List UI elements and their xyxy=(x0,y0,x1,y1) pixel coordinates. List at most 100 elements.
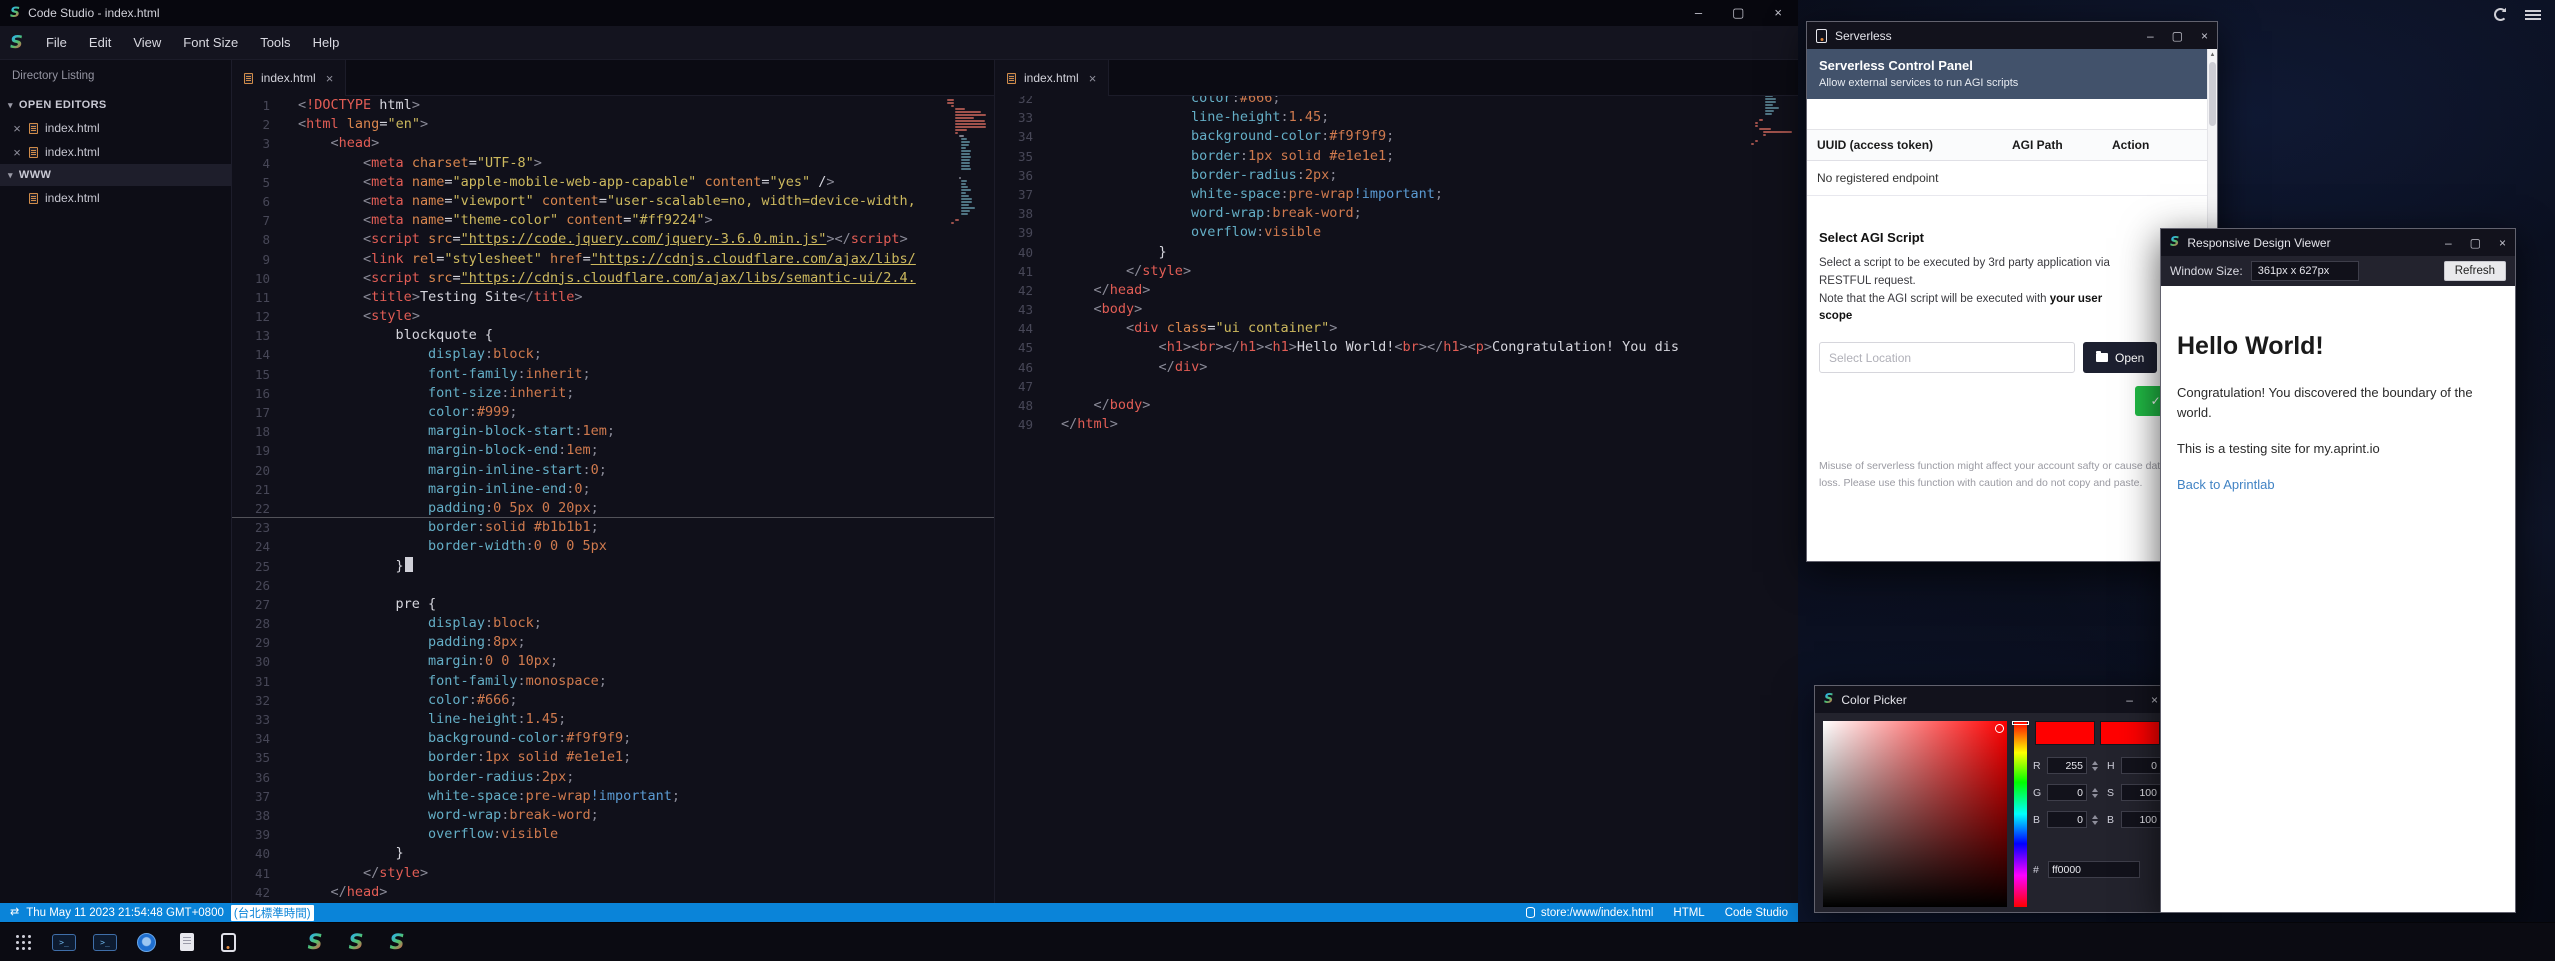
code-line[interactable]: 32 color:#666; xyxy=(232,691,994,710)
minimize-button[interactable]: – xyxy=(2445,236,2452,250)
open-button[interactable]: Open xyxy=(2083,342,2157,373)
code-line[interactable]: 7 <meta name="theme-color" content="#ff9… xyxy=(232,211,994,230)
code-line[interactable]: 45 <h1><br></h1><h1>Hello World!<br></h1… xyxy=(995,338,1798,357)
code-line[interactable]: 22 padding:0 5px 0 20px; xyxy=(232,499,994,518)
code-line[interactable]: 39 overflow:visible xyxy=(232,825,994,844)
close-icon[interactable]: × xyxy=(12,146,22,159)
status-file[interactable]: store:/www/index.html xyxy=(1526,907,1653,919)
hsb-b-input[interactable] xyxy=(2121,811,2161,828)
hex-input[interactable] xyxy=(2048,861,2140,878)
taskbar-icon-code-studio[interactable]: S xyxy=(384,927,410,957)
taskbar-icon-app-grid[interactable] xyxy=(10,927,36,957)
status-language[interactable]: HTML xyxy=(1673,907,1704,919)
code-line[interactable]: 20 margin-inline-start:0; xyxy=(232,461,994,480)
sidebar-item-index-html[interactable]: index.html xyxy=(0,186,231,210)
code-line[interactable]: 6 <meta name="viewport" content="user-sc… xyxy=(232,192,994,211)
code-line[interactable]: 49</html> xyxy=(995,415,1798,434)
maximize-button[interactable]: ▢ xyxy=(2172,29,2183,43)
code-line[interactable]: 32 color:#666; xyxy=(995,96,1798,108)
close-icon[interactable]: × xyxy=(12,122,22,135)
saturation-field[interactable] xyxy=(1823,721,2007,907)
code-line[interactable]: 34 background-color:#f9f9f9; xyxy=(995,127,1798,146)
code-line[interactable]: 2<html lang="en"> xyxy=(232,115,994,134)
hsb-s-input[interactable] xyxy=(2121,784,2161,801)
code-line[interactable]: 30 margin:0 0 10px; xyxy=(232,652,994,671)
code-line[interactable]: 39 overflow:visible xyxy=(995,223,1798,242)
code-line[interactable]: 24 border-width:0 0 0 5px xyxy=(232,537,994,556)
minimap[interactable] xyxy=(947,99,991,225)
code-line[interactable]: 40 } xyxy=(995,243,1798,262)
code-line[interactable]: 48 </body> xyxy=(995,396,1798,415)
taskbar-icon-browser[interactable] xyxy=(133,927,159,957)
minimap[interactable] xyxy=(1751,96,1795,146)
code-line[interactable]: 13 blockquote { xyxy=(232,326,994,345)
maximize-button[interactable]: ▢ xyxy=(1732,5,1744,21)
title-bar[interactable]: S Responsive Design Viewer – ▢ × xyxy=(2161,229,2515,256)
code-line[interactable]: 34 background-color:#f9f9f9; xyxy=(232,729,994,748)
code-line[interactable]: 18 margin-block-start:1em; xyxy=(232,422,994,441)
code-line[interactable]: 1<!DOCTYPE html> xyxy=(232,96,994,115)
code-line[interactable]: 44 <div class="ui container"> xyxy=(995,319,1798,338)
code-line[interactable]: 19 margin-block-end:1em; xyxy=(232,441,994,460)
menu-item-file[interactable]: File xyxy=(35,35,78,50)
code-viewport[interactable]: 32 color:#666;33 line-height:1.45;34 bac… xyxy=(995,96,1798,903)
code-line[interactable]: 40 } xyxy=(232,844,994,863)
title-bar[interactable]: Serverless – ▢ × xyxy=(1807,22,2217,49)
menu-item-view[interactable]: View xyxy=(122,35,172,50)
sidebar-item-index-html[interactable]: ×index.html xyxy=(0,116,231,140)
code-line[interactable]: 3 <head> xyxy=(232,134,994,153)
code-viewport[interactable]: 1<!DOCTYPE html>2<html lang="en">3 <head… xyxy=(232,96,994,903)
taskbar-icon-code-studio[interactable]: S xyxy=(302,927,328,957)
title-bar[interactable]: S Code Studio - index.html – ▢ × xyxy=(0,0,1798,26)
code-line[interactable]: 23 border:solid #b1b1b1; xyxy=(232,518,994,537)
stepper-icon[interactable] xyxy=(2092,761,2098,771)
code-line[interactable]: 21 margin-inline-end:0; xyxy=(232,480,994,499)
select-location-input[interactable] xyxy=(1819,342,2075,373)
title-bar[interactable]: S Color Picker – × xyxy=(1815,686,2167,713)
refresh-button[interactable]: Refresh xyxy=(2444,261,2506,281)
menu-item-font-size[interactable]: Font Size xyxy=(172,35,249,50)
minimize-button[interactable]: – xyxy=(1695,5,1702,21)
code-line[interactable]: 33 line-height:1.45; xyxy=(232,710,994,729)
taskbar-icon-device[interactable] xyxy=(215,927,241,957)
code-line[interactable]: 47 xyxy=(995,377,1798,396)
code-line[interactable]: 31 font-family:monospace; xyxy=(232,672,994,691)
code-line[interactable]: 12 <style> xyxy=(232,307,994,326)
code-line[interactable]: 42 </head> xyxy=(232,883,994,902)
sidebar-section-www[interactable]: ▾WWW xyxy=(0,164,231,186)
scroll-up-icon[interactable]: ▲ xyxy=(2208,49,2217,58)
scrollbar-thumb[interactable] xyxy=(2209,62,2216,126)
menu-item-edit[interactable]: Edit xyxy=(78,35,122,50)
taskbar-icon-code-studio[interactable]: S xyxy=(343,927,369,957)
code-line[interactable]: 9 <link rel="stylesheet" href="https://c… xyxy=(232,250,994,269)
back-to-aprintlab-link[interactable]: Back to Aprintlab xyxy=(2177,477,2275,492)
code-line[interactable]: 25 } xyxy=(232,557,994,576)
minimize-button[interactable]: – xyxy=(2126,693,2133,707)
saturation-cursor-icon[interactable] xyxy=(1995,724,2004,733)
code-line[interactable]: 38 word-wrap:break-word; xyxy=(232,806,994,825)
close-button[interactable]: × xyxy=(1774,5,1782,21)
sidebar-item-index-html[interactable]: ×index.html xyxy=(0,140,231,164)
rgb-g-input[interactable] xyxy=(2047,784,2087,801)
maximize-button[interactable]: ▢ xyxy=(2470,236,2481,250)
code-line[interactable]: 8 <script src="https://code.jquery.com/j… xyxy=(232,230,994,249)
code-line[interactable]: 14 display:block; xyxy=(232,345,994,364)
tab-index-html[interactable]: index.html × xyxy=(995,60,1109,96)
hue-cursor-icon[interactable] xyxy=(2012,721,2029,725)
code-line[interactable]: 29 padding:8px; xyxy=(232,633,994,652)
hue-slider[interactable] xyxy=(2014,721,2027,907)
code-line[interactable]: 5 <meta name="apple-mobile-web-app-capab… xyxy=(232,173,994,192)
close-button[interactable]: × xyxy=(2499,236,2506,250)
tab-close-icon[interactable]: × xyxy=(1089,71,1097,86)
code-line[interactable]: 35 border:1px solid #e1e1e1; xyxy=(995,147,1798,166)
code-line[interactable]: 26 xyxy=(232,576,994,595)
code-line[interactable]: 43 <body> xyxy=(995,300,1798,319)
rgb-r-input[interactable] xyxy=(2047,757,2087,774)
taskbar-icon-document[interactable] xyxy=(174,927,200,957)
tab-close-icon[interactable]: × xyxy=(326,71,334,86)
code-line[interactable]: 36 border-radius:2px; xyxy=(232,768,994,787)
code-line[interactable]: 42 </head> xyxy=(995,281,1798,300)
tab-index-html[interactable]: index.html × xyxy=(232,60,346,96)
rgb-b-input[interactable] xyxy=(2047,811,2087,828)
stepper-icon[interactable] xyxy=(2092,788,2098,798)
